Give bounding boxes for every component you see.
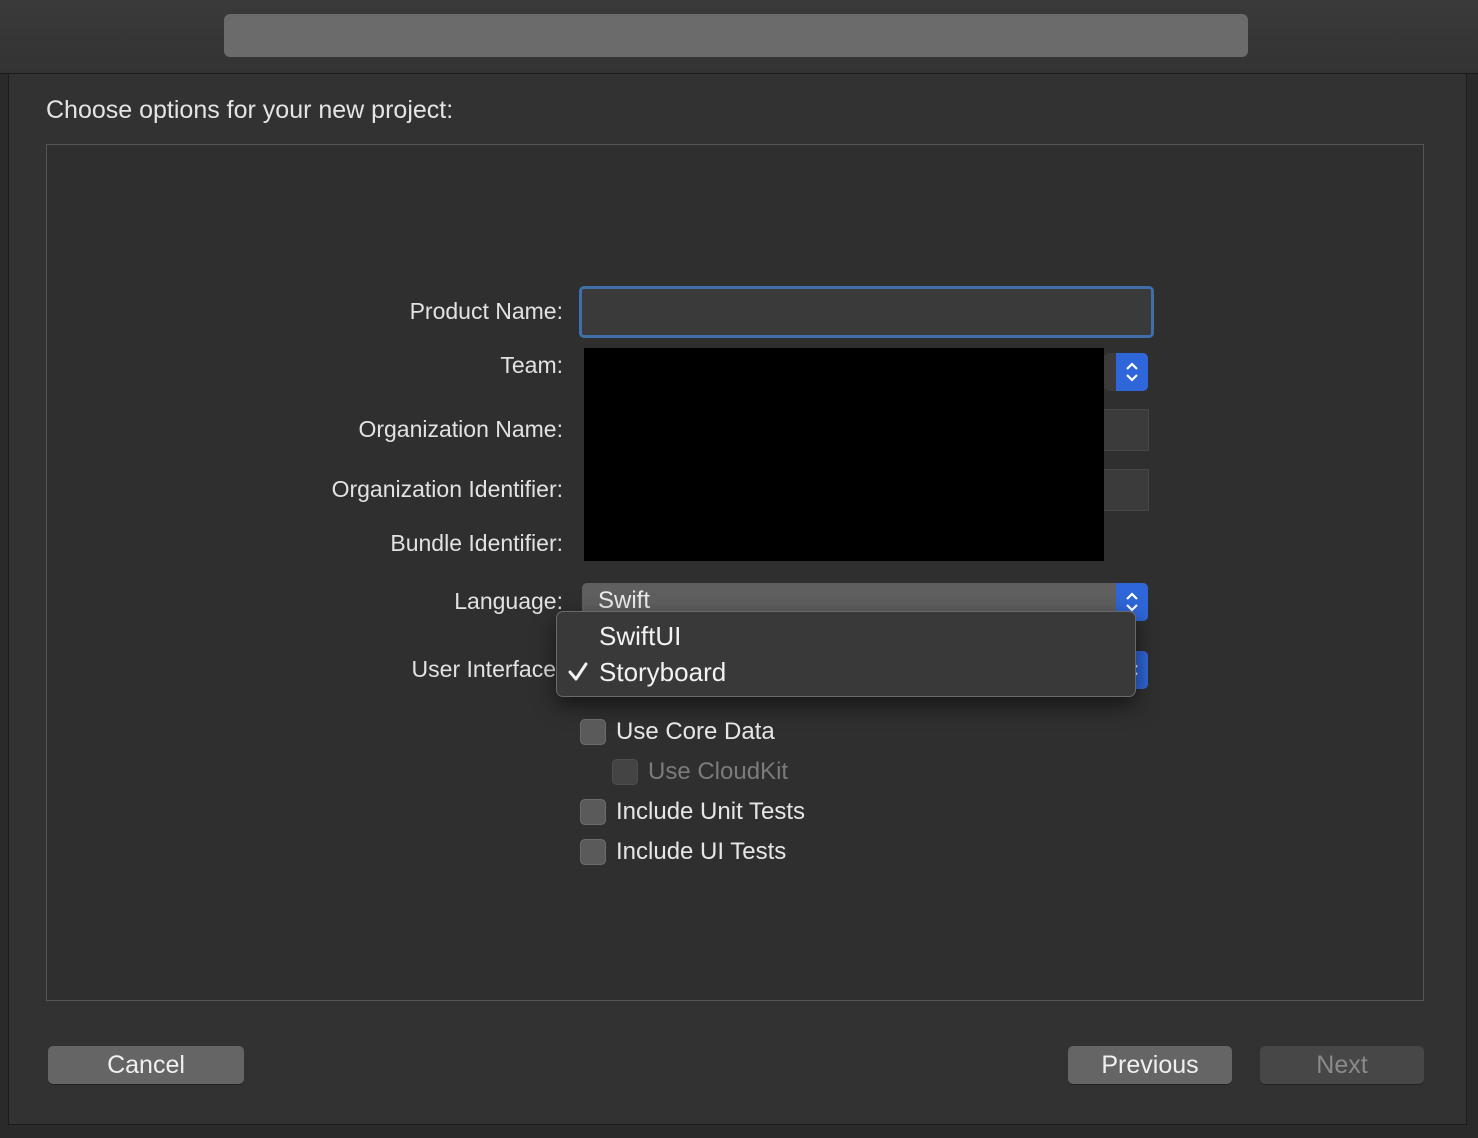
user-interface-menu: SwiftUI Storyboard <box>556 611 1136 697</box>
product-name-label: Product Name: <box>409 298 563 324</box>
checkbox-label: Include Unit Tests <box>616 798 805 825</box>
organization-name-field[interactable] <box>1104 409 1149 451</box>
include-unit-tests-checkbox[interactable]: Include Unit Tests <box>580 797 805 827</box>
chevron-up-down-icon <box>1126 362 1138 382</box>
product-name-input[interactable] <box>579 286 1154 338</box>
team-label: Team: <box>500 352 563 378</box>
checkbox-box[interactable] <box>580 839 606 865</box>
checkbox-label: Include UI Tests <box>616 838 787 865</box>
redacted-region <box>584 348 1104 561</box>
cancel-button[interactable]: Cancel <box>48 1046 244 1084</box>
checkbox-label: Use CloudKit <box>648 758 789 785</box>
previous-button[interactable]: Previous <box>1068 1046 1232 1084</box>
organization-identifier-field[interactable] <box>1104 469 1149 511</box>
menu-item-swiftui[interactable]: SwiftUI <box>557 617 1135 653</box>
checkbox-box[interactable] <box>580 719 606 745</box>
bundle-identifier-label: Bundle Identifier: <box>390 530 563 556</box>
toolbar-activity-field <box>224 14 1248 57</box>
menu-item-storyboard[interactable]: Storyboard <box>557 653 1135 689</box>
use-core-data-checkbox[interactable]: Use Core Data <box>580 717 775 747</box>
team-popup[interactable] <box>1104 353 1148 391</box>
checkbox-box[interactable] <box>580 799 606 825</box>
organization-name-label: Organization Name: <box>358 416 563 442</box>
next-button[interactable]: Next <box>1260 1046 1424 1084</box>
window-toolbar <box>0 0 1478 74</box>
checkmark-icon <box>567 659 589 690</box>
sheet-heading: Choose options for your new project: <box>46 96 454 124</box>
user-interface-label: User Interface <box>411 656 556 682</box>
include-ui-tests-checkbox[interactable]: Include UI Tests <box>580 837 786 867</box>
team-popup-stepper[interactable] <box>1116 353 1148 391</box>
menu-item-label: SwiftUI <box>599 621 682 651</box>
options-panel <box>46 144 1424 1001</box>
language-label: Language: <box>454 588 563 614</box>
use-cloudkit-checkbox: Use CloudKit <box>612 757 788 787</box>
checkbox-label: Use Core Data <box>616 718 775 745</box>
organization-identifier-label: Organization Identifier: <box>331 476 563 502</box>
checkbox-box <box>612 759 638 785</box>
menu-item-label: Storyboard <box>599 657 727 687</box>
